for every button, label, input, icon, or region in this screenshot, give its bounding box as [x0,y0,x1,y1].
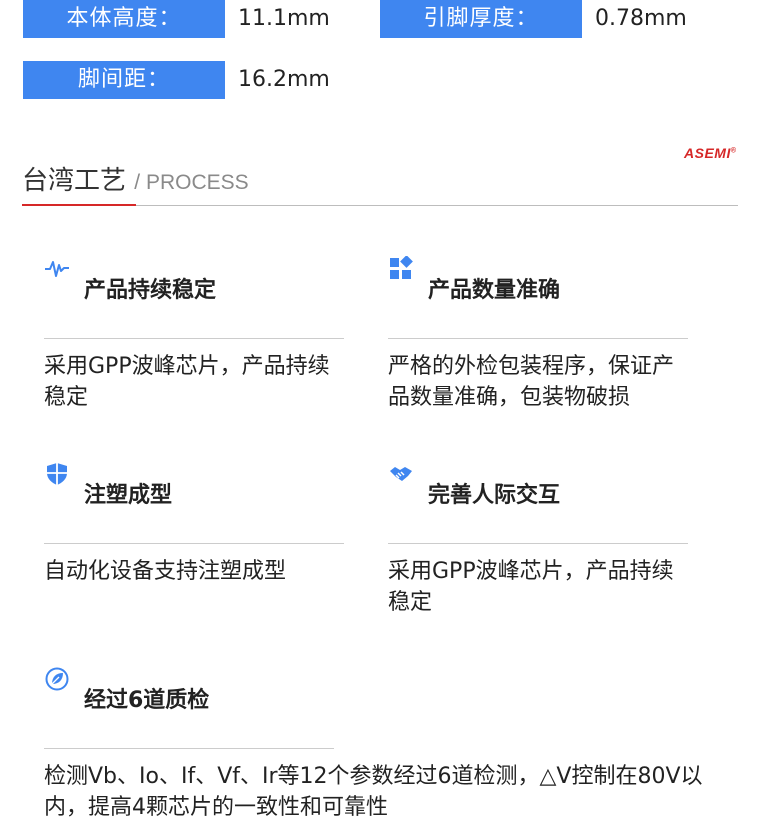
feature-title: 经过6道质检 [84,688,210,713]
feature-divider [388,543,688,544]
feature-title: 产品数量准确 [428,278,561,303]
handshake-icon [388,461,414,487]
leaf-icon [44,666,70,692]
brand-registered-mark: ® [730,147,737,155]
body-height-label: 本体高度： [23,0,225,38]
pulse-icon [44,256,70,282]
pin-pitch-label: 脚间距： [23,61,225,99]
grid-blocks-icon [388,255,414,282]
lead-thickness-label: 引脚厚度： [380,0,582,38]
feature-title: 产品持续稳定 [84,278,217,303]
feature-description: 严格的外检包装程序，保证产品数量准确，包装物破损 [388,354,675,410]
feature-divider [44,543,344,544]
feature-description: 采用GPP波峰芯片，产品持续稳定 [388,559,674,615]
brand-logo: ASEMI® [684,145,737,161]
feature-divider [44,338,344,339]
pin-pitch-value: 16.2mm [238,67,330,92]
section-title: 台湾工艺 / PROCESS [22,160,249,197]
section-title-text: 台湾工艺 [22,166,127,196]
section-divider-accent [22,204,136,206]
section-subtitle: / PROCESS [134,171,249,194]
feature-title: 注塑成型 [84,483,173,508]
feature-divider [44,748,334,749]
lead-thickness-value: 0.78mm [595,6,687,31]
shield-icon [44,461,70,487]
feature-description: 检测Vb、Io、If、Vf、Ir等12个参数经过6道检测，△V控制在80V以内，… [44,764,703,820]
feature-description: 采用GPP波峰芯片，产品持续稳定 [44,354,330,410]
feature-description: 自动化设备支持注塑成型 [44,559,287,584]
body-height-value: 11.1mm [238,6,330,31]
feature-title: 完善人际交互 [428,483,561,508]
feature-divider [388,338,688,339]
brand-logo-text: ASEMI [684,145,731,161]
